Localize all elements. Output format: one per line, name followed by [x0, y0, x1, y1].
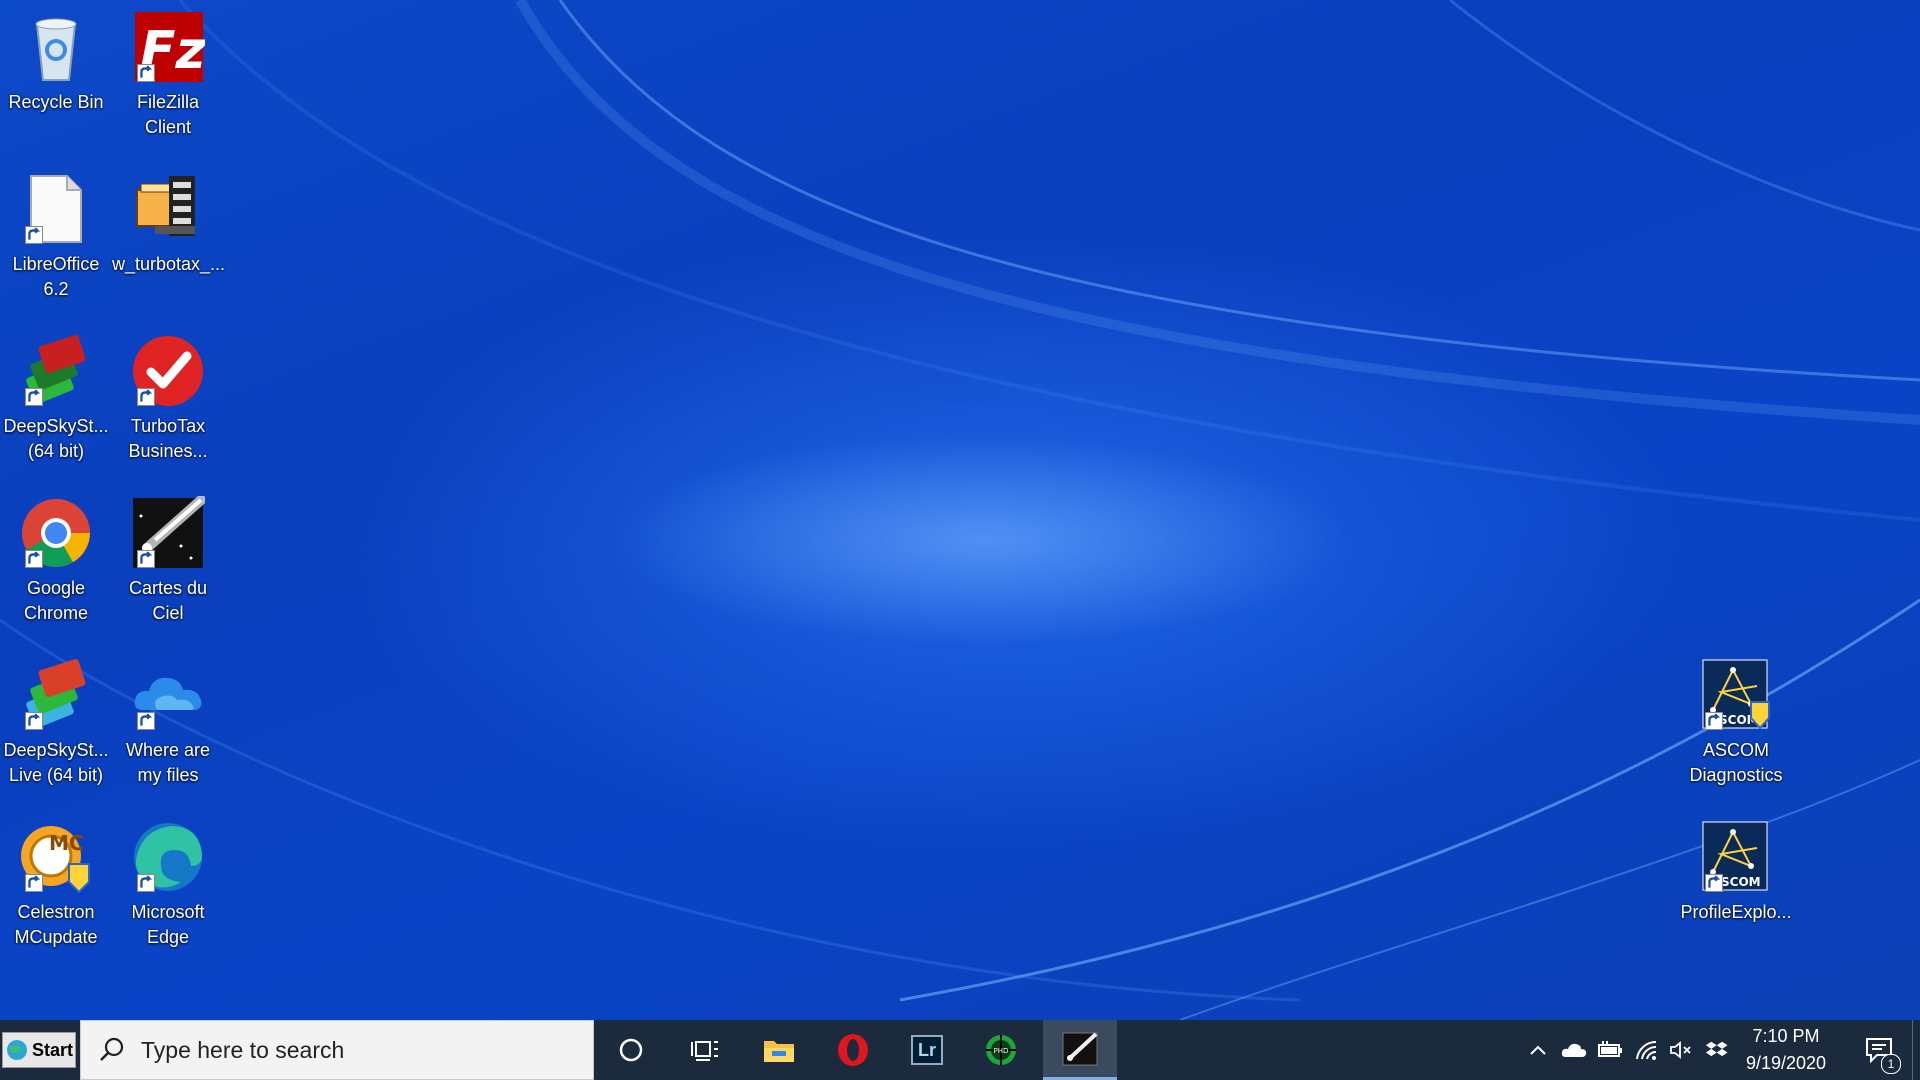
desktop-icon-label: Where are my files: [125, 740, 211, 785]
edge-icon: [131, 820, 205, 894]
search-input[interactable]: [139, 1035, 563, 1065]
desktop-icon-label: Celestron MCupdate: [14, 902, 98, 947]
shortcut-arrow-icon: [25, 388, 43, 406]
wallpaper: [0, 0, 1920, 1020]
action-center-button[interactable]: 1: [1855, 1020, 1903, 1080]
desktop-icon-label: ProfileExplo...: [1680, 902, 1792, 922]
task-view-button[interactable]: [668, 1020, 742, 1080]
desktop-icon-label: DeepSkySt... Live (64 bit): [3, 740, 109, 785]
shortcut-arrow-icon: [25, 874, 43, 892]
deepskystacker-icon: [19, 334, 93, 408]
file-explorer-icon: [764, 1041, 794, 1062]
taskbar: Start Lr PHD 7: [0, 1020, 1920, 1080]
desktop-icon-label: Cartes du Ciel: [128, 578, 208, 623]
volume-tray-button[interactable]: [1664, 1020, 1698, 1080]
desktop-icon-cartes-du-ciel[interactable]: Cartes du Ciel: [112, 490, 224, 640]
comet-icon: [131, 496, 205, 570]
desktop-icon-ascom-diagnostics[interactable]: SCOM ASCOM Diagnostics: [1680, 652, 1792, 802]
desktop-icon-label: Recycle Bin: [8, 92, 104, 112]
shortcut-arrow-icon: [137, 64, 155, 82]
cartes-du-ciel-icon: [1062, 1032, 1098, 1065]
desktop-icon-profile-explorer[interactable]: SCOM ProfileExplo...: [1680, 814, 1792, 964]
wifi-icon: [1636, 1040, 1657, 1060]
start-button[interactable]: Start: [2, 1032, 76, 1068]
network-tray-button[interactable]: [1629, 1020, 1663, 1080]
desktop-icon-turbotax-business[interactable]: TurboTax Busines...: [112, 328, 224, 478]
battery-tray-button[interactable]: [1593, 1020, 1627, 1080]
desktop-icon-label: LibreOffice 6.2: [12, 254, 100, 299]
task-view-icon: [691, 1041, 718, 1061]
phd-badge-text: PHD: [994, 1047, 1009, 1055]
show-hidden-icons-button[interactable]: [1521, 1020, 1555, 1080]
desktop-icon-label: w_turbotax_...: [112, 254, 226, 274]
clock-time: 7:10 PM: [1752, 1026, 1820, 1046]
battery-icon: [1598, 1041, 1622, 1057]
desktop-icon-filezilla[interactable]: Fz FileZilla Client: [112, 4, 224, 154]
recycle-bin-icon: [19, 10, 93, 84]
desktop-icon-turbotax-file[interactable]: w_turbotax_...: [112, 166, 226, 316]
desktop-icon-libreoffice[interactable]: LibreOffice 6.2: [0, 166, 112, 316]
chrome-icon: [19, 496, 93, 570]
filezilla-icon: Fz: [131, 10, 205, 84]
cortana-button[interactable]: [594, 1020, 668, 1080]
clock[interactable]: 7:10 PM 9/19/2020: [1732, 1020, 1840, 1080]
opera-button[interactable]: [816, 1020, 890, 1080]
cortana-icon: [619, 1038, 643, 1062]
shortcut-arrow-icon: [25, 550, 43, 568]
onedrive-cloud-icon: [1561, 1043, 1587, 1057]
chevron-up-icon: [1530, 1045, 1546, 1055]
lightroom-icon: Lr: [911, 1035, 943, 1065]
onedrive-tray-button[interactable]: [1557, 1020, 1591, 1080]
clock-date: 9/19/2020: [1745, 1053, 1827, 1073]
search-box[interactable]: [80, 1020, 594, 1080]
desktop-icon-microsoft-edge[interactable]: Microsoft Edge: [112, 814, 224, 964]
desktop-icon-label: ASCOM Diagnostics: [1689, 740, 1783, 785]
shortcut-arrow-icon: [1705, 712, 1723, 730]
phd-guiding-button[interactable]: PHD: [964, 1020, 1038, 1080]
opera-icon: [838, 1034, 868, 1066]
desktop-icon-deepskystacker[interactable]: DeepSkySt... (64 bit): [0, 328, 112, 478]
desktop-icon-label: TurboTax Busines...: [128, 416, 208, 461]
lightroom-label: Lr: [918, 1039, 936, 1060]
shortcut-arrow-icon: [137, 388, 155, 406]
shortcut-arrow-icon: [137, 550, 155, 568]
desktop-icon-label: DeepSkySt... (64 bit): [3, 416, 109, 461]
phd-guiding-icon: PHD: [986, 1035, 1016, 1065]
desktop-icon-deepskystacker-live[interactable]: DeepSkySt... Live (64 bit): [0, 652, 112, 802]
notification-count-badge: 1: [1881, 1054, 1901, 1074]
shortcut-arrow-icon: [25, 226, 43, 244]
desktop-icon-where-are-my-files[interactable]: Where are my files: [112, 652, 224, 802]
desktop-icon-celestron-mcupdate[interactable]: MC Celestron MCupdate: [0, 814, 112, 964]
speaker-muted-icon: [1670, 1041, 1691, 1059]
onedrive-cloud-icon: [131, 658, 205, 732]
lightroom-button[interactable]: Lr: [890, 1020, 964, 1080]
shortcut-arrow-icon: [25, 712, 43, 730]
windows-globe-icon: [7, 1040, 27, 1060]
turbotax-icon: [131, 334, 205, 408]
desktop-icon-label: Google Chrome: [23, 578, 89, 623]
dropbox-tray-button[interactable]: [1700, 1020, 1734, 1080]
installer-icon: [131, 172, 205, 246]
desktop-icon-label: FileZilla Client: [136, 92, 199, 137]
ascom-icon: SCOM: [1699, 658, 1773, 732]
desktop-icon-label: Microsoft Edge: [131, 902, 205, 947]
shortcut-arrow-icon: [1705, 874, 1723, 892]
ascom-badge-text: SCOM: [1721, 875, 1761, 889]
show-desktop-button[interactable]: [1912, 1020, 1920, 1080]
start-label: Start: [32, 1039, 74, 1060]
libreoffice-icon: [19, 172, 93, 246]
shortcut-arrow-icon: [137, 874, 155, 892]
cartes-du-ciel-taskbar-button[interactable]: [1043, 1020, 1117, 1080]
shortcut-arrow-icon: [137, 712, 155, 730]
search-icon: [100, 1037, 124, 1061]
mc-badge-text: MC: [49, 831, 84, 855]
ascom-icon: SCOM: [1699, 820, 1773, 894]
dropbox-icon: [1705, 1041, 1728, 1057]
deepskystacker-live-icon: [19, 658, 93, 732]
file-explorer-button[interactable]: [742, 1020, 816, 1080]
celestron-icon: MC: [19, 820, 93, 894]
desktop-icon-google-chrome[interactable]: Google Chrome: [0, 490, 112, 640]
desktop-icon-recycle-bin[interactable]: Recycle Bin: [0, 4, 112, 154]
